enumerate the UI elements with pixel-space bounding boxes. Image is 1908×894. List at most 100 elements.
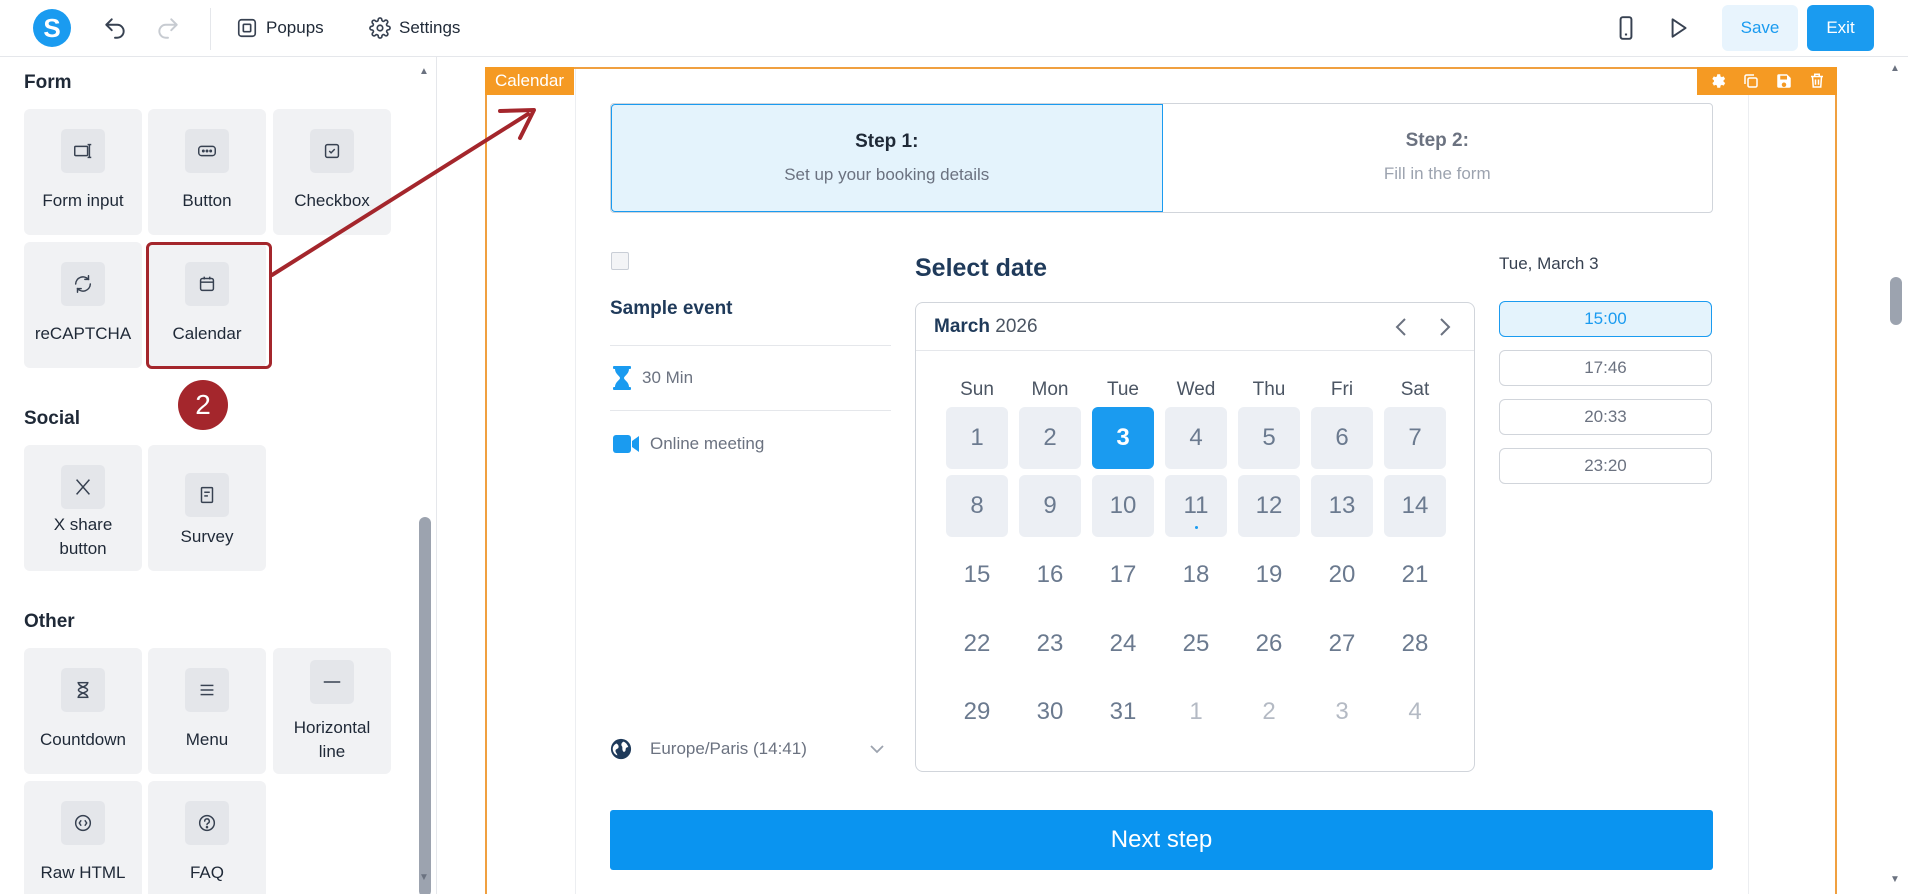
select-date-heading: Select date (915, 254, 1048, 282)
timezone-select[interactable]: Europe/Paris (14:41) (610, 738, 885, 760)
sidebar-scrollbar-thumb[interactable] (419, 517, 431, 894)
sidebar-scroll-up-icon[interactable]: ▲ (419, 66, 429, 77)
calendar-day: 18 (1165, 544, 1227, 606)
sidebar-scroll-down-icon[interactable]: ▼ (419, 872, 429, 883)
weekday-header: Sun (960, 379, 994, 400)
widget-faq[interactable]: FAQ (148, 781, 266, 894)
duplicate-icon[interactable] (1742, 72, 1760, 90)
calendar-day[interactable]: 3 (1092, 407, 1154, 469)
calendar-day-number: 30 (1036, 698, 1064, 725)
calendar-day[interactable]: 4 (1165, 407, 1227, 469)
calendar-month: March (934, 316, 990, 337)
page-scroll-down-icon[interactable]: ▼ (1890, 874, 1900, 885)
calendar-day: 26 (1238, 613, 1300, 675)
time-slot[interactable]: 17:46 (1499, 350, 1712, 386)
weekday-header: Fri (1330, 379, 1354, 400)
divider (610, 345, 891, 346)
calendar-day[interactable]: 6 (1311, 407, 1373, 469)
app-logo[interactable]: S (33, 9, 71, 47)
calendar-day[interactable]: 8 (946, 475, 1008, 537)
calendar-day: 24 (1092, 613, 1154, 675)
widget-label: Button (182, 191, 232, 210)
trash-icon[interactable] (1808, 72, 1826, 90)
calendar-day: 31 (1092, 681, 1154, 743)
time-slot[interactable]: 15:00 (1499, 301, 1712, 337)
calendar-day-number: 3 (1116, 424, 1130, 451)
widget-checkbox[interactable]: Checkbox (273, 109, 391, 235)
widget-recaptcha[interactable]: reCAPTCHA (24, 242, 142, 368)
calendar-day[interactable]: 13 (1311, 475, 1373, 537)
page-scroll-up-icon[interactable]: ▲ (1890, 63, 1900, 74)
widget-raw-html[interactable]: Raw HTML (24, 781, 142, 894)
step-2-subtitle: Fill in the form (1383, 164, 1491, 183)
save-block-icon[interactable] (1775, 72, 1793, 90)
calendar-day-number: 4 (1189, 424, 1203, 451)
calendar-day: 28 (1384, 613, 1446, 675)
chevron-left-icon[interactable] (1394, 317, 1408, 337)
calendar-day-number: 14 (1401, 492, 1429, 519)
calendar-day[interactable]: 14 (1384, 475, 1446, 537)
event-duration-text: 30 Min (642, 368, 694, 387)
time-slot[interactable]: 23:20 (1499, 448, 1712, 484)
popups-button[interactable]: Popups (236, 16, 324, 40)
mobile-preview-icon[interactable] (1613, 15, 1639, 41)
calendar-day: 22 (946, 613, 1008, 675)
exit-button[interactable]: Exit (1807, 5, 1874, 51)
menu-icon (185, 668, 229, 712)
widget-menu[interactable]: Menu (148, 648, 266, 774)
section-title-form: Form (24, 72, 72, 93)
calendar-day[interactable]: 11 (1165, 475, 1227, 537)
calendar-day: 29 (946, 681, 1008, 743)
widget-label: Survey (180, 527, 234, 546)
calendar-day[interactable]: 12 (1238, 475, 1300, 537)
undo-icon[interactable] (102, 15, 128, 41)
hourglass-icon (613, 366, 631, 390)
calendar-day: 27 (1311, 613, 1373, 675)
next-step-button[interactable]: Next step (610, 810, 1713, 870)
calendar-day-number: 19 (1255, 561, 1283, 588)
calendar-day-number: 27 (1328, 630, 1356, 657)
save-button[interactable]: Save (1722, 5, 1798, 51)
calendar-day-number: 6 (1335, 424, 1349, 451)
time-slot[interactable]: 20:33 (1499, 399, 1712, 435)
step-1-subtitle: Set up your booking details (784, 165, 990, 184)
calendar-day-number: 25 (1182, 630, 1210, 657)
hourglass-icon (61, 668, 105, 712)
calendar-day: 19 (1238, 544, 1300, 606)
top-toolbar: S Popups Settings Save Exit (0, 0, 1908, 57)
settings-button[interactable]: Settings (369, 16, 460, 40)
month-calendar: March 2026 Sun Mon Tue Wed Thu Fri Sat 1 2 3 4 5 6 7 8… (915, 302, 1475, 772)
calendar-day: 23 (1019, 613, 1081, 675)
refresh-icon (61, 262, 105, 306)
chevron-right-icon[interactable] (1438, 317, 1452, 337)
widget-countdown[interactable]: Countdown (24, 648, 142, 774)
calendar-day-number: 4 (1408, 698, 1422, 725)
calendar-day-number: 17 (1109, 561, 1137, 588)
widget-form-input[interactable]: Form input (24, 109, 142, 235)
block-toolbar (1697, 67, 1837, 95)
play-preview-icon[interactable] (1665, 15, 1691, 41)
block-type-tag: Calendar (485, 67, 574, 95)
step-2-tab[interactable]: Step 2: Fill in the form (1163, 104, 1713, 212)
redo-icon[interactable] (155, 15, 181, 41)
calendar-day[interactable]: 1 (946, 407, 1008, 469)
widget-survey[interactable]: Survey (148, 445, 266, 571)
widget-x-share-button[interactable]: X share button (24, 445, 142, 571)
page-scrollbar-thumb[interactable] (1890, 277, 1902, 325)
calendar-day[interactable]: 10 (1092, 475, 1154, 537)
calendar-day[interactable]: 5 (1238, 407, 1300, 469)
weekday-header: Tue (1106, 379, 1140, 400)
calendar-day[interactable]: 2 (1019, 407, 1081, 469)
calendar-day[interactable]: 7 (1384, 407, 1446, 469)
toolbar-divider (210, 8, 211, 50)
calendar-day[interactable]: 9 (1019, 475, 1081, 537)
weekday-header: Sat (1400, 379, 1430, 400)
widget-button[interactable]: Button (148, 109, 266, 235)
calendar-day-number: 1 (1189, 698, 1203, 725)
step-1-tab[interactable]: Step 1: Set up your booking details (611, 104, 1163, 212)
calendar-day: 20 (1311, 544, 1373, 606)
widget-label: X share (53, 515, 113, 534)
gear-icon[interactable] (1709, 72, 1727, 90)
widget-horizontal-line[interactable]: Horizontal line (273, 648, 391, 774)
calendar-day: 4 (1384, 681, 1446, 743)
